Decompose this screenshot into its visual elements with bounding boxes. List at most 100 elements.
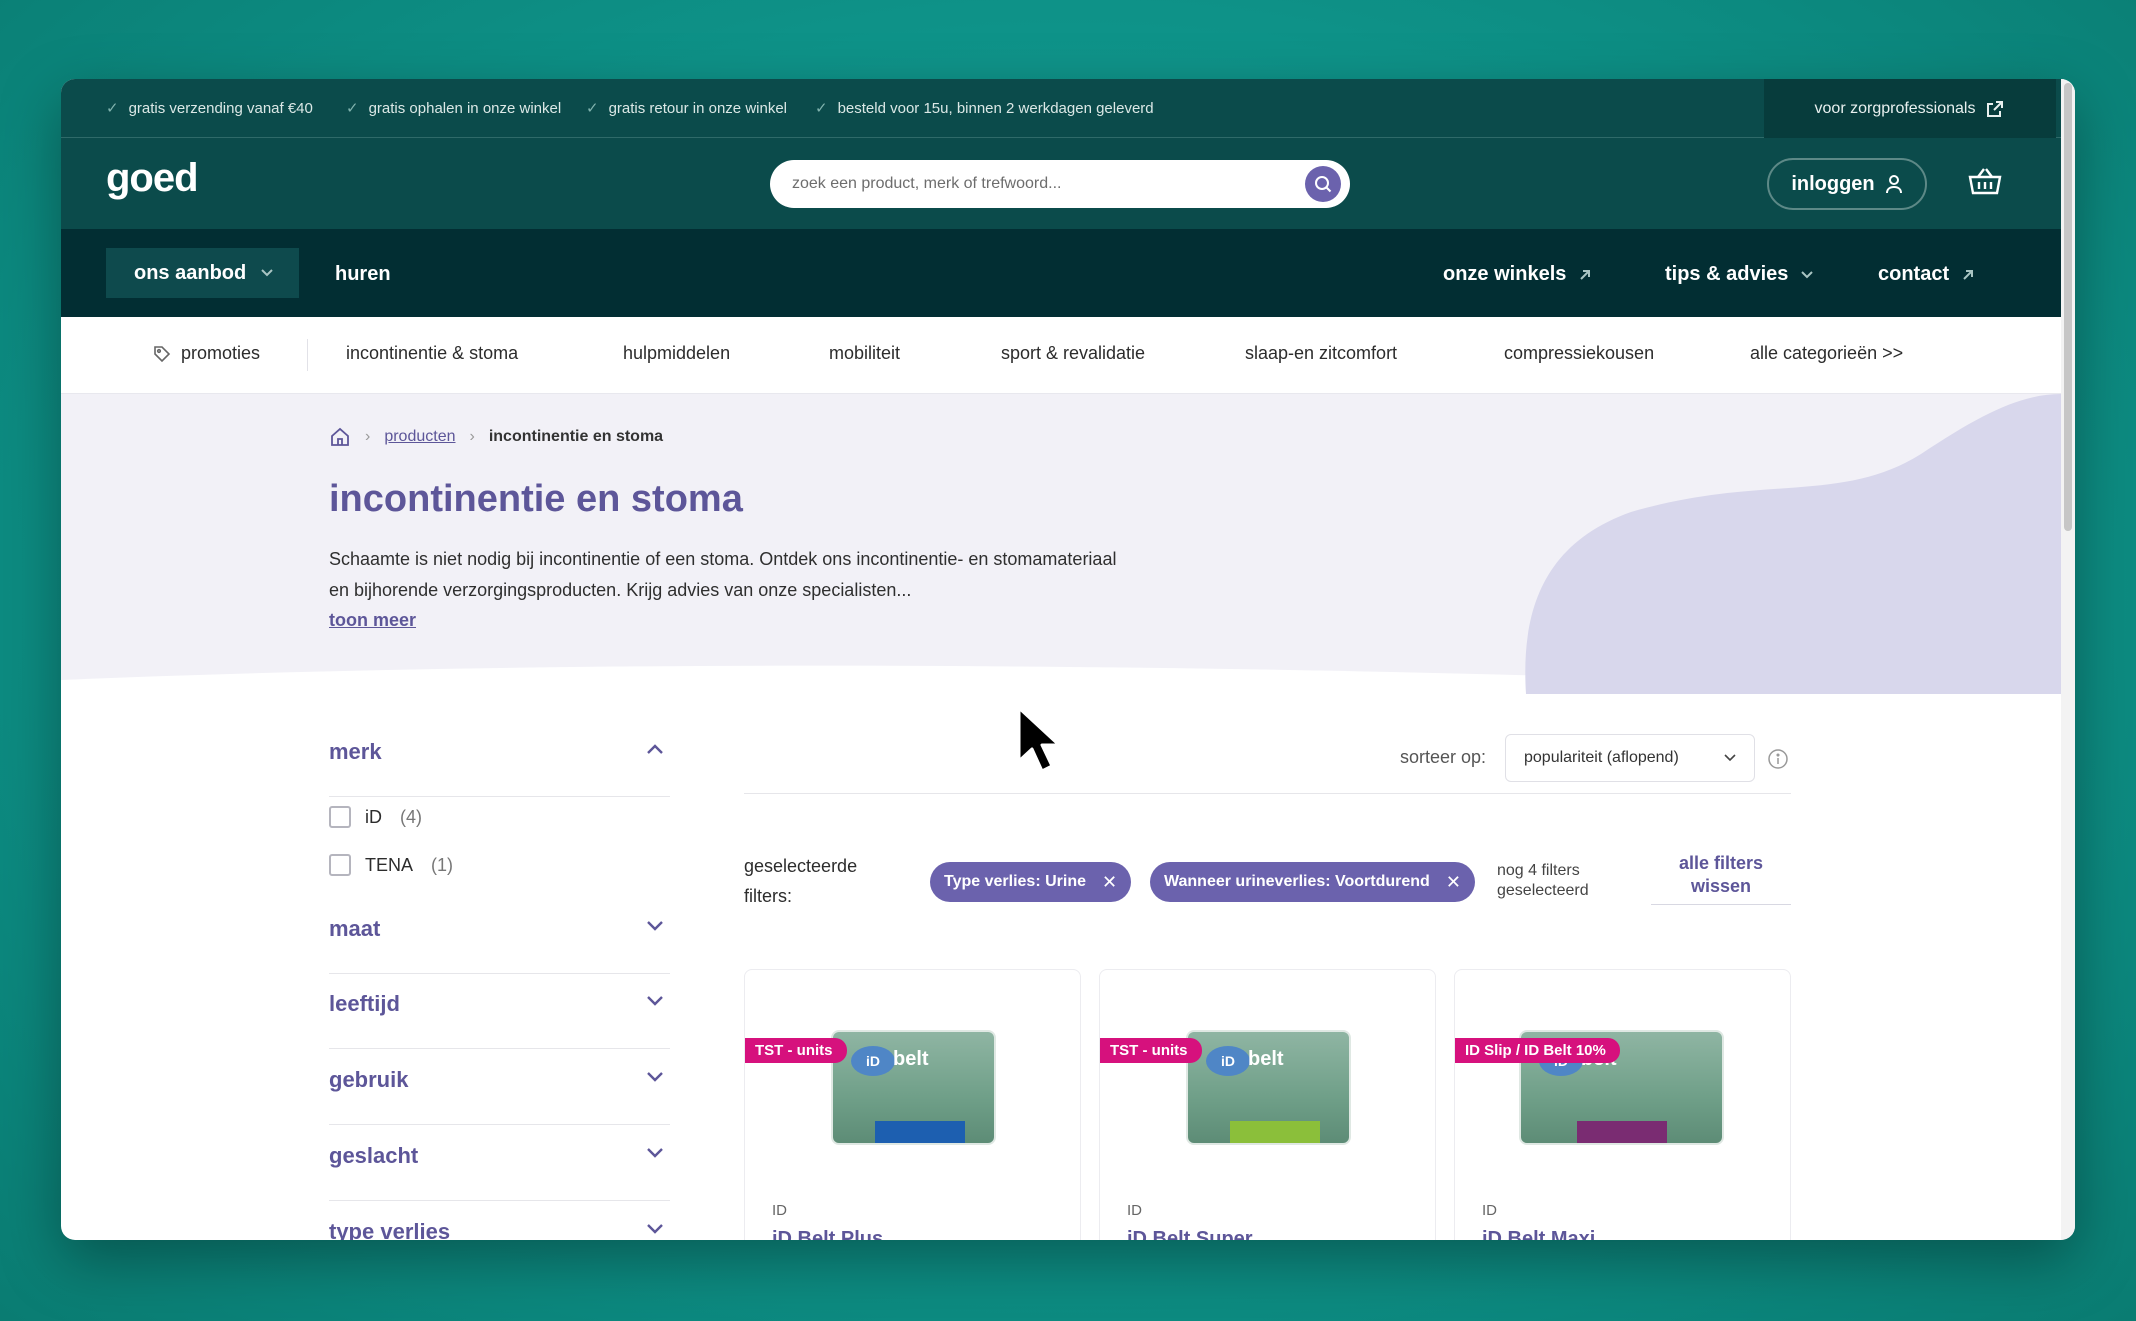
- filter-title: type verlies: [329, 1219, 451, 1240]
- nav-onze-winkels[interactable]: onze winkels: [1443, 263, 1592, 286]
- usp-text: gratis retour in onze winkel: [608, 99, 787, 117]
- goed-logo[interactable]: goed: [106, 156, 199, 201]
- chevron-down-icon: [647, 1148, 663, 1158]
- active-filter-chip[interactable]: Type verlies: Urine ✕: [930, 862, 1132, 902]
- category-hulpmiddelen[interactable]: hulpmiddelen: [623, 343, 730, 364]
- usp-text: gratis verzending vanaf €40: [128, 99, 313, 117]
- product-card[interactable]: TST - units iD belt ID iD Belt Super: [1099, 969, 1436, 1240]
- filter-geslacht[interactable]: geslacht: [329, 1143, 670, 1201]
- breadcrumb-separator: ›: [469, 428, 475, 445]
- clear-all-filters-link[interactable]: alle filters wissen: [1651, 852, 1791, 905]
- huren-label: huren: [335, 263, 391, 285]
- pack-color-band: [1577, 1121, 1667, 1143]
- promo-badge: TST - units: [745, 1038, 847, 1063]
- chevron-up-icon: [647, 744, 663, 754]
- close-icon[interactable]: ✕: [1102, 872, 1117, 893]
- product-image: iD belt: [831, 1030, 996, 1145]
- category-hero: › producten › incontinentie en stoma inc…: [61, 394, 2061, 694]
- site-header: goed inloggen: [61, 138, 2061, 229]
- product-brand: ID: [772, 1202, 787, 1219]
- login-button[interactable]: inloggen: [1767, 158, 1927, 210]
- category-slaap-zitcomfort[interactable]: slaap-en zitcomfort: [1245, 343, 1397, 364]
- category-bar: promoties incontinentie & stoma hulpmidd…: [61, 317, 2061, 394]
- arrow-up-right-icon: [1963, 269, 1974, 280]
- chevron-down-icon: [1724, 754, 1736, 762]
- breadcrumb: › producten › incontinentie en stoma: [329, 426, 663, 448]
- home-icon[interactable]: [329, 426, 351, 448]
- contact-label: contact: [1878, 263, 1950, 285]
- usp-text: gratis ophalen in onze winkel: [368, 99, 562, 117]
- zorgprofessionals-label: voor zorgprofessionals: [1814, 99, 1976, 117]
- page-scrollbar[interactable]: [2061, 79, 2075, 1240]
- close-icon[interactable]: ✕: [1446, 872, 1461, 893]
- category-promoties[interactable]: promoties: [153, 343, 260, 364]
- tips-advies-label: tips & advies: [1665, 263, 1789, 285]
- more-filters-text: nog 4 filters geselecteerd: [1497, 862, 1589, 899]
- checkbox[interactable]: [329, 806, 351, 828]
- category-incontinentie-stoma[interactable]: incontinentie & stoma: [346, 343, 518, 364]
- filter-merk[interactable]: merk: [329, 739, 670, 797]
- option-label: iD: [365, 806, 382, 827]
- nav-huren[interactable]: huren: [335, 263, 391, 286]
- category-sport-revalidatie[interactable]: sport & revalidatie: [1001, 343, 1145, 364]
- check-icon: ✓: [586, 100, 599, 117]
- pack-logo: iD: [851, 1046, 895, 1076]
- filter-title: merk: [329, 739, 382, 764]
- usp-bar: ✓ gratis verzending vanaf €40 ✓ gratis oph…: [61, 79, 2061, 138]
- breadcrumb-producten[interactable]: producten: [384, 428, 455, 446]
- filter-option-id[interactable]: iD (4): [329, 806, 422, 828]
- pack-color-band: [875, 1121, 965, 1143]
- scrollbar-thumb[interactable]: [2064, 83, 2072, 531]
- pack-word: belt: [893, 1048, 929, 1070]
- chevron-down-icon: [261, 269, 273, 277]
- category-alle-categorieen[interactable]: alle categorieën >>: [1750, 343, 1903, 364]
- info-icon[interactable]: [1767, 748, 1789, 770]
- promo-badge: ID Slip / ID Belt 10%: [1455, 1038, 1620, 1063]
- filter-title: leeftijd: [329, 991, 400, 1016]
- category-mobiliteit[interactable]: mobiliteit: [829, 343, 900, 364]
- selected-filters-label: geselecteerde filters:: [744, 856, 858, 906]
- breadcrumb-separator: ›: [365, 428, 371, 445]
- product-card[interactable]: TST - units iD belt ID iD Belt Plus: [744, 969, 1081, 1240]
- chevron-down-icon: [647, 1072, 663, 1082]
- promo-badge: TST - units: [1100, 1038, 1202, 1063]
- product-name[interactable]: iD Belt Plus: [772, 1228, 883, 1240]
- sort-value: populariteit (aflopend): [1524, 749, 1679, 766]
- browser-window: ✓ gratis verzending vanaf €40 ✓ gratis oph…: [61, 79, 2075, 1240]
- filter-maat[interactable]: maat: [329, 916, 670, 974]
- filter-title: maat: [329, 916, 381, 941]
- chip-label: Type verlies: Urine: [944, 873, 1086, 890]
- usp-item: ✓ gratis ophalen in onze winkel: [346, 99, 562, 118]
- sort-select[interactable]: populariteit (aflopend): [1505, 734, 1755, 782]
- check-icon: ✓: [106, 100, 119, 117]
- pack-color-band: [1230, 1121, 1320, 1143]
- usp-item: ✓ gratis retour in onze winkel: [586, 99, 787, 118]
- search-button[interactable]: [1305, 166, 1341, 202]
- zorgprofessionals-link[interactable]: voor zorgprofessionals: [1764, 79, 2056, 138]
- product-name[interactable]: iD Belt Maxi: [1482, 1228, 1595, 1240]
- ons-aanbod-menu[interactable]: ons aanbod: [106, 248, 299, 298]
- nav-contact[interactable]: contact: [1878, 263, 1975, 286]
- checkbox[interactable]: [329, 854, 351, 876]
- tag-icon: [154, 345, 171, 362]
- breadcrumb-current: incontinentie en stoma: [488, 428, 664, 445]
- usp-item: ✓ besteld voor 15u, binnen 2 werkdagen ge…: [815, 99, 1154, 118]
- filter-type-verlies[interactable]: type verlies: [329, 1219, 670, 1240]
- product-name[interactable]: iD Belt Super: [1127, 1228, 1253, 1240]
- search-input[interactable]: [770, 160, 1350, 208]
- filter-option-tena[interactable]: TENA (1): [329, 854, 453, 876]
- basket-icon[interactable]: [1968, 166, 2002, 196]
- nav-tips-advies[interactable]: tips & advies: [1665, 263, 1814, 286]
- active-filter-chip[interactable]: Wanneer urineverlies: Voortdurend ✕: [1150, 862, 1475, 902]
- product-card[interactable]: ID Slip / ID Belt 10% iD belt ID iD Belt…: [1454, 969, 1791, 1240]
- usp-item: ✓ gratis verzending vanaf €40: [106, 99, 313, 118]
- product-brand: ID: [1127, 1202, 1142, 1219]
- category-compressiekousen[interactable]: compressiekousen: [1504, 343, 1654, 364]
- user-icon: [1885, 175, 1902, 194]
- filter-leeftijd[interactable]: leeftijd: [329, 991, 670, 1049]
- login-label: inloggen: [1791, 172, 1875, 195]
- toon-meer-link[interactable]: toon meer: [329, 610, 416, 631]
- filter-gebruik[interactable]: gebruik: [329, 1067, 670, 1125]
- filter-title: gebruik: [329, 1067, 409, 1092]
- check-icon: ✓: [346, 100, 359, 117]
